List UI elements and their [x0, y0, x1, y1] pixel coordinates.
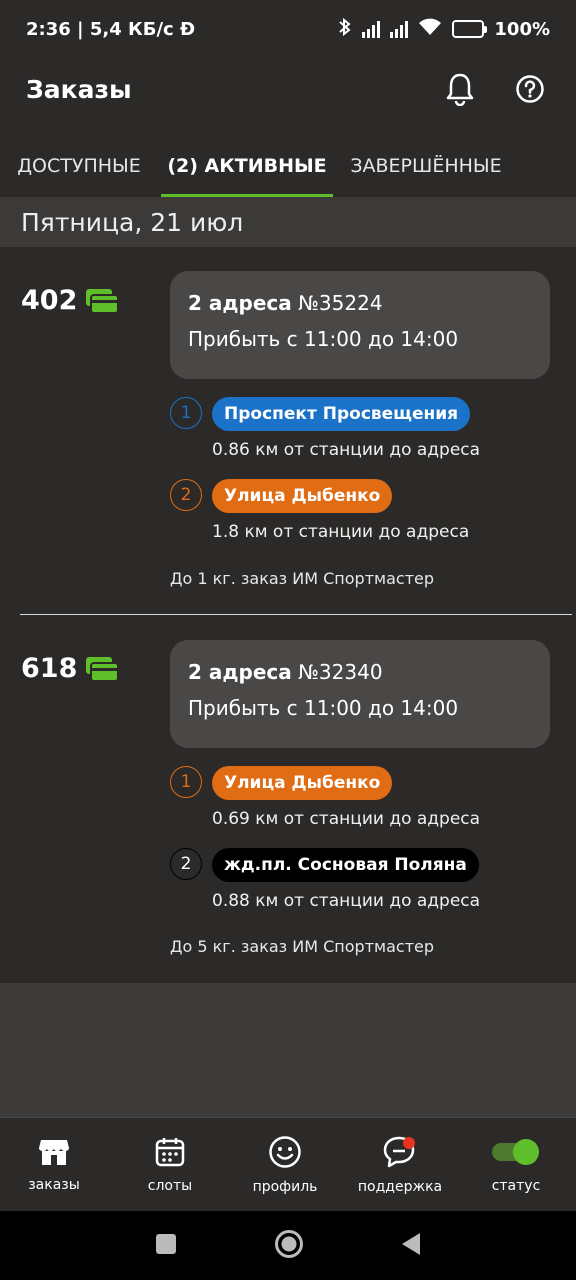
nav-slots[interactable]: слоты: [130, 1118, 210, 1212]
battery-icon: [452, 20, 488, 38]
nav-status[interactable]: статус: [476, 1118, 556, 1212]
signal-icon: [362, 20, 381, 38]
home-icon[interactable]: [273, 1228, 305, 1264]
stop-address-pill[interactable]: Улица Дыбенко: [212, 479, 393, 513]
stop-number: 2: [170, 479, 202, 511]
status-bar: 2:36 | 5,4 КБ/с Ð 100%: [0, 0, 576, 58]
signal-icon-2: [390, 20, 409, 38]
stop-address-pill[interactable]: Улица Дыбенко: [212, 766, 393, 800]
bluetooth-icon: [338, 17, 352, 42]
nav-label: статус: [491, 1178, 541, 1194]
addresses-count: 2 адреса: [188, 660, 292, 684]
order-price: 618: [21, 653, 120, 684]
system-nav-bar: [0, 1211, 576, 1280]
stop-address-pill[interactable]: Проспект Просвещения: [212, 397, 471, 431]
stop-distance: 0.88 км от станции до адреса: [212, 891, 481, 911]
nav-profile[interactable]: профиль: [240, 1118, 330, 1212]
order-note: До 1 кг. заказ ИМ Спортмастер: [170, 569, 435, 588]
date-header: Пятница, 21 июл: [0, 197, 576, 247]
arrive-window: Прибыть с 11:00 до 14:00: [188, 327, 459, 351]
tab-active[interactable]: (2) АКТИВНЫЕ: [161, 134, 333, 197]
back-icon[interactable]: [400, 1231, 422, 1261]
bell-icon[interactable]: [440, 69, 480, 109]
nav-orders[interactable]: заказы: [14, 1118, 94, 1212]
tab-completed[interactable]: ЗАВЕРШЁННЫЕ: [338, 134, 514, 197]
calendar-icon: [154, 1136, 186, 1172]
cards-icon: [85, 656, 120, 682]
order-card[interactable]: 618 2 адреса №32340 Прибыть с 11:00 до 1…: [0, 615, 576, 983]
order-info-box: 2 адреса №35224 Прибыть с 11:00 до 14:00: [170, 271, 550, 379]
tab-available[interactable]: ДОСТУПНЫЕ: [0, 134, 158, 197]
nav-support[interactable]: поддержка: [352, 1118, 448, 1212]
wifi-icon: [418, 18, 442, 41]
toggle-icon[interactable]: [490, 1136, 542, 1172]
app-bar: Заказы: [0, 58, 576, 120]
status-time: 2:36 | 5,4 КБ/с Ð: [26, 18, 196, 40]
arrive-window: Прибыть с 11:00 до 14:00: [188, 696, 459, 720]
price-value: 402: [21, 285, 78, 316]
order-info-box: 2 адреса №32340 Прибыть с 11:00 до 14:00: [170, 640, 550, 748]
order-number: №35224: [298, 291, 383, 315]
chat-icon: [382, 1135, 418, 1173]
bottom-nav: заказы слоты профиль поддержка статус: [0, 1117, 576, 1211]
smiley-icon: [268, 1135, 302, 1173]
cards-icon: [85, 288, 120, 314]
nav-label: поддержка: [357, 1179, 443, 1195]
stop-distance: 0.86 км от станции до адреса: [212, 440, 481, 460]
help-icon[interactable]: [510, 69, 550, 109]
battery-percent: 100%: [494, 18, 550, 40]
order-price: 402: [21, 285, 120, 316]
tabs: ДОСТУПНЫЕ (2) АКТИВНЫЕ ЗАВЕРШЁННЫЕ: [0, 134, 576, 197]
recents-icon[interactable]: [154, 1232, 178, 1260]
stop-number: 2: [170, 848, 202, 880]
empty-area: [0, 983, 576, 1117]
order-card[interactable]: 402 2 адреса №35224 Прибыть с 11:00 до 1…: [0, 247, 576, 615]
order-number: №32340: [298, 660, 383, 684]
addresses-count: 2 адреса: [188, 291, 292, 315]
nav-label: заказы: [28, 1177, 80, 1193]
nav-label: профиль: [252, 1179, 318, 1195]
order-note: До 5 кг. заказ ИМ Спортмастер: [170, 937, 435, 956]
store-icon: [38, 1137, 70, 1171]
nav-label: слоты: [147, 1178, 193, 1194]
stop-number: 1: [170, 397, 202, 429]
price-value: 618: [21, 653, 78, 684]
stop-number: 1: [170, 766, 202, 798]
stop-distance: 0.69 км от станции до адреса: [212, 809, 481, 829]
stop-address-pill[interactable]: жд.пл. Сосновая Поляна: [212, 848, 479, 882]
stop-distance: 1.8 км от станции до адреса: [212, 522, 470, 542]
page-title: Заказы: [26, 74, 132, 104]
